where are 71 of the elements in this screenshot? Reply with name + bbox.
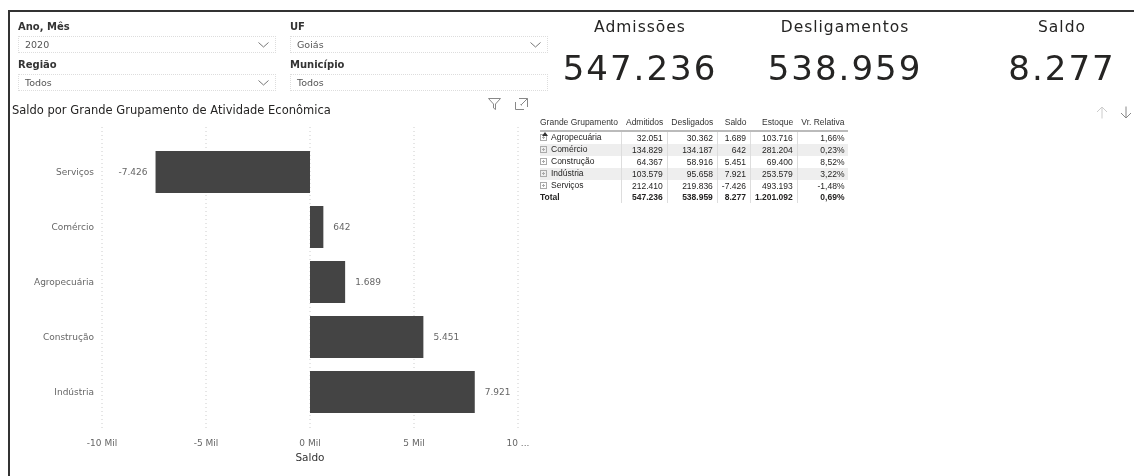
table-cell: 253.579 <box>750 168 798 180</box>
sort-icon <box>542 132 548 136</box>
table-cell: Agropecuária <box>551 132 602 143</box>
table-cell: 134.187 <box>667 144 718 156</box>
arrow-down-icon[interactable] <box>1120 106 1132 119</box>
table-cell: 8.277 <box>717 192 751 203</box>
data-label: 7.921 <box>484 387 511 397</box>
table-cell: 642 <box>717 144 751 156</box>
table-cell: Serviços <box>551 180 584 191</box>
filter-icon[interactable] <box>488 98 501 110</box>
table-cell: 538.959 <box>667 192 718 203</box>
arrow-up-icon[interactable] <box>1096 106 1108 119</box>
data-label: 1.689 <box>355 277 381 287</box>
table-cell: 281.204 <box>750 144 798 156</box>
table-cell: 1.201.092 <box>750 192 798 203</box>
column-header[interactable]: Admitidos <box>621 115 668 131</box>
slicer-label: Ano, Mês <box>18 21 71 32</box>
table-cell: 103.579 <box>621 168 668 180</box>
category-label: Indústria <box>54 387 94 397</box>
dropdown[interactable]: 2020 <box>18 36 276 53</box>
column-header[interactable]: Estoque <box>750 115 798 131</box>
category-label: Construção <box>42 332 94 342</box>
bar <box>310 261 346 303</box>
column-header[interactable]: Grande Grupamento <box>540 115 622 131</box>
table-cell: 547.236 <box>621 192 668 203</box>
axis-tick-label: 10 ... <box>506 438 530 448</box>
data-label: -7.426 <box>118 167 148 177</box>
table-cell: 3,22% <box>797 168 849 180</box>
axis-tick-label: 0 Mil <box>299 438 321 448</box>
table-cell: Total <box>540 192 622 203</box>
axis-tick-label: -5 Mil <box>193 438 219 448</box>
table-cell: 219.836 <box>667 180 718 192</box>
table-cell: Construção <box>551 156 595 167</box>
bar <box>310 206 324 248</box>
category-label: Agropecuária <box>34 277 94 287</box>
table-cell: 212.410 <box>621 180 668 192</box>
table-cell: 493.193 <box>750 180 798 192</box>
focus-mode-icon[interactable] <box>515 98 528 110</box>
column-header[interactable]: Vr. Relativa <box>797 115 849 131</box>
table-cell: -1,48% <box>797 180 849 192</box>
table-cell: Indústria <box>551 168 584 179</box>
axis-tick-label: -10 Mil <box>86 438 118 448</box>
axis-title: Saldo <box>295 451 325 463</box>
slicer-label: Município <box>290 59 346 70</box>
dropdown[interactable]: Goiás <box>290 36 548 53</box>
chart-title: Saldo por Grande Grupamento de Atividade Econômica <box>12 103 331 117</box>
dropdown[interactable]: Todos <box>18 74 276 91</box>
table-cell: 0,69% <box>797 192 849 203</box>
slicer-label: UF <box>290 21 306 32</box>
data-label: 5.451 <box>433 332 460 342</box>
category-label: Serviços <box>56 167 94 177</box>
dropdown[interactable]: Todos <box>290 74 548 91</box>
kpi-title: Saldo <box>1038 17 1086 36</box>
axis-tick-label: 5 Mil <box>403 438 425 448</box>
column-header[interactable]: Saldo <box>717 115 751 131</box>
table-cell: 95.658 <box>667 168 718 180</box>
kpi-value: 547.236 <box>562 47 718 88</box>
table-cell: -7.426 <box>717 180 751 192</box>
kpi-title: Admissões <box>594 17 686 36</box>
slicer-label: Região <box>18 59 58 70</box>
category-label: Comércio <box>51 222 94 232</box>
data-label: 642 <box>333 222 351 232</box>
expand-icon[interactable] <box>540 134 547 141</box>
kpi-value: 538.959 <box>767 47 923 88</box>
table-cell: 134.829 <box>621 144 668 156</box>
table-cell: Comércio <box>551 144 588 155</box>
column-header[interactable]: Desligados <box>667 115 718 131</box>
table-cell: 7.921 <box>717 168 751 180</box>
kpi-title: Desligamentos <box>780 17 910 36</box>
kpi-value: 8.277 <box>1008 47 1116 88</box>
table-cell: 0,23% <box>797 144 849 156</box>
